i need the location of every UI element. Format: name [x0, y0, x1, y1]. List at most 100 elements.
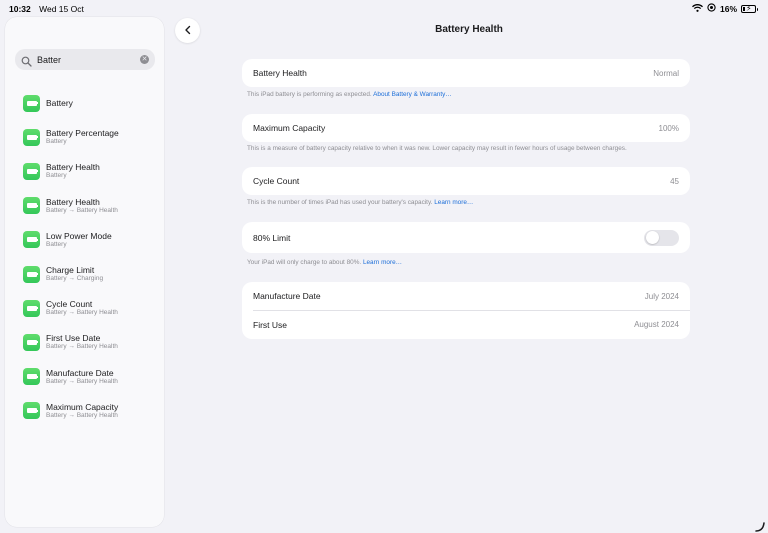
cycle-count-card: Cycle Count 45 [242, 167, 690, 195]
focus-icon [707, 3, 716, 14]
result-text: Manufacture Date Battery → Battery Health [46, 368, 118, 386]
cycle-count-row: Cycle Count 45 [242, 167, 690, 195]
battery-settings-icon [23, 128, 40, 146]
clear-search-icon[interactable]: ✕ [140, 55, 149, 64]
result-title: Charge Limit [46, 265, 95, 276]
sidebar: ✕ BatteryBattery PercentageBatteryBatter… [5, 17, 164, 527]
limit-80-toggle[interactable] [644, 229, 679, 246]
limit-80-label: 80% Limit [253, 232, 291, 243]
first-use-label: First Use [253, 319, 287, 330]
status-bar: 10:32 Wed 15 Oct 16% ⚡ [0, 0, 768, 18]
result-title: Low Power Mode [46, 230, 112, 241]
battery-glyph-icon [26, 374, 38, 380]
dates-card: Manufacture Date July 2024 First Use Aug… [242, 282, 690, 339]
maximum-capacity-card: Maximum Capacity 100% [242, 114, 690, 142]
battery-percent: 16% [719, 3, 737, 14]
cycle-count-footnote: This is the number of times iPad has use… [247, 199, 707, 206]
battery-level-fill [743, 6, 745, 11]
battery-glyph-icon [26, 339, 38, 345]
battery-health-footnote: This iPad battery is performing as expec… [247, 91, 707, 98]
result-text: Battery Health Battery [46, 162, 100, 180]
scroll-indicator-icon [755, 519, 765, 532]
battery-glyph-icon [26, 100, 38, 106]
search-results-list: Battery Battery Percentage Battery Battery … [5, 86, 164, 428]
toggle-knob [645, 231, 659, 244]
about-battery-warranty-link[interactable]: About Battery & Warranty… [373, 91, 452, 98]
maximum-capacity-footnote: This is a measure of battery capacity re… [247, 145, 707, 152]
limit-80-learn-more-link[interactable]: Learn more… [363, 259, 402, 266]
manufacture-date-label: Manufacture Date [253, 291, 321, 301]
limit-80-footnote-text: Your iPad will only charge to about 80%. [247, 259, 362, 266]
limit-80-row: 80% Limit [242, 222, 690, 253]
result-title: Battery Health [46, 196, 100, 207]
result-text: Cycle Count Battery → Battery Health [46, 299, 118, 317]
battery-health-card: Battery Health Normal [242, 59, 690, 87]
charging-bolt-icon: ⚡ [746, 3, 752, 13]
search-result-item[interactable]: Charge Limit Battery → Charging [5, 257, 164, 291]
chevron-left-icon [183, 22, 193, 40]
first-use-value: August 2024 [634, 320, 679, 329]
battery-glyph-icon [26, 203, 38, 209]
battery-health-value: Normal [653, 68, 679, 78]
battery-glyph-icon [26, 271, 38, 277]
result-title: Battery Percentage [46, 128, 119, 139]
maximum-capacity-label: Maximum Capacity [253, 123, 326, 133]
result-title: First Use Date [46, 333, 101, 344]
cycle-count-footnote-text: This is the number of times iPad has use… [247, 199, 433, 206]
search-result-item[interactable]: Low Power Mode Battery [5, 223, 164, 257]
battery-settings-icon [23, 197, 40, 215]
battery-settings-icon [23, 94, 40, 112]
result-text: Low Power Mode Battery [46, 231, 112, 249]
first-use-row: First Use August 2024 [242, 311, 690, 339]
cycle-count-learn-more-link[interactable]: Learn more… [434, 199, 473, 206]
search-result-item[interactable]: First Use Date Battery → Battery Health [5, 325, 164, 359]
result-text: Charge Limit Battery → Charging [46, 265, 103, 283]
maximum-capacity-footnote-text: This is a measure of battery capacity re… [247, 145, 627, 152]
result-title: Maximum Capacity [46, 401, 119, 412]
result-text: Battery Health Battery → Battery Health [46, 197, 118, 215]
battery-glyph-icon [26, 134, 38, 140]
manufacture-date-value: July 2024 [644, 291, 679, 301]
battery-glyph-icon [26, 168, 38, 174]
search-result-item[interactable]: Manufacture Date Battery → Battery Health [5, 360, 164, 394]
maximum-capacity-row: Maximum Capacity 100% [242, 114, 690, 142]
status-time: 10:32 [9, 4, 31, 14]
result-text: Battery [46, 98, 73, 108]
result-subtitle: Battery → Charging [46, 275, 104, 283]
manufacture-date-row: Manufacture Date July 2024 [242, 282, 690, 310]
result-subtitle: Battery → Battery Health [46, 411, 118, 419]
result-title: Battery [46, 98, 73, 109]
status-date: Wed 15 Oct [39, 4, 84, 14]
battery-glyph-icon [26, 237, 38, 243]
search-bar[interactable]: ✕ [15, 49, 155, 70]
cycle-count-label: Cycle Count [253, 176, 300, 186]
result-text: Maximum Capacity Battery → Battery Health [46, 402, 118, 420]
battery-settings-icon [23, 231, 40, 249]
search-result-item[interactable]: Battery [5, 86, 164, 120]
result-title: Cycle Count [46, 299, 93, 310]
search-result-item[interactable]: Battery Health Battery → Battery Health [5, 189, 164, 223]
limit-80-footnote: Your iPad will only charge to about 80%.… [247, 259, 707, 266]
result-title: Manufacture Date [46, 367, 114, 378]
result-subtitle: Battery [46, 172, 67, 180]
battery-settings-icon [23, 265, 40, 283]
result-title: Battery Health [46, 162, 100, 173]
search-result-item[interactable]: Battery Health Battery [5, 154, 164, 188]
result-subtitle: Battery → Battery Health [46, 377, 118, 385]
back-button[interactable] [175, 18, 200, 43]
page-title: Battery Health [435, 24, 503, 35]
battery-settings-icon [23, 299, 40, 317]
battery-settings-icon [23, 162, 40, 180]
search-input[interactable] [37, 54, 135, 65]
search-result-item[interactable]: Battery Percentage Battery [5, 120, 164, 154]
search-result-item[interactable]: Maximum Capacity Battery → Battery Health [5, 394, 164, 428]
result-subtitle: Battery [46, 240, 67, 248]
search-icon [21, 54, 32, 67]
maximum-capacity-value: 100% [658, 123, 679, 133]
result-subtitle: Battery → Battery Health [46, 343, 118, 351]
battery-settings-icon [23, 402, 40, 420]
battery-glyph-icon [26, 408, 38, 414]
search-result-item[interactable]: Cycle Count Battery → Battery Health [5, 291, 164, 325]
status-left: 10:32 Wed 15 Oct [9, 4, 84, 14]
wifi-icon [692, 3, 703, 14]
